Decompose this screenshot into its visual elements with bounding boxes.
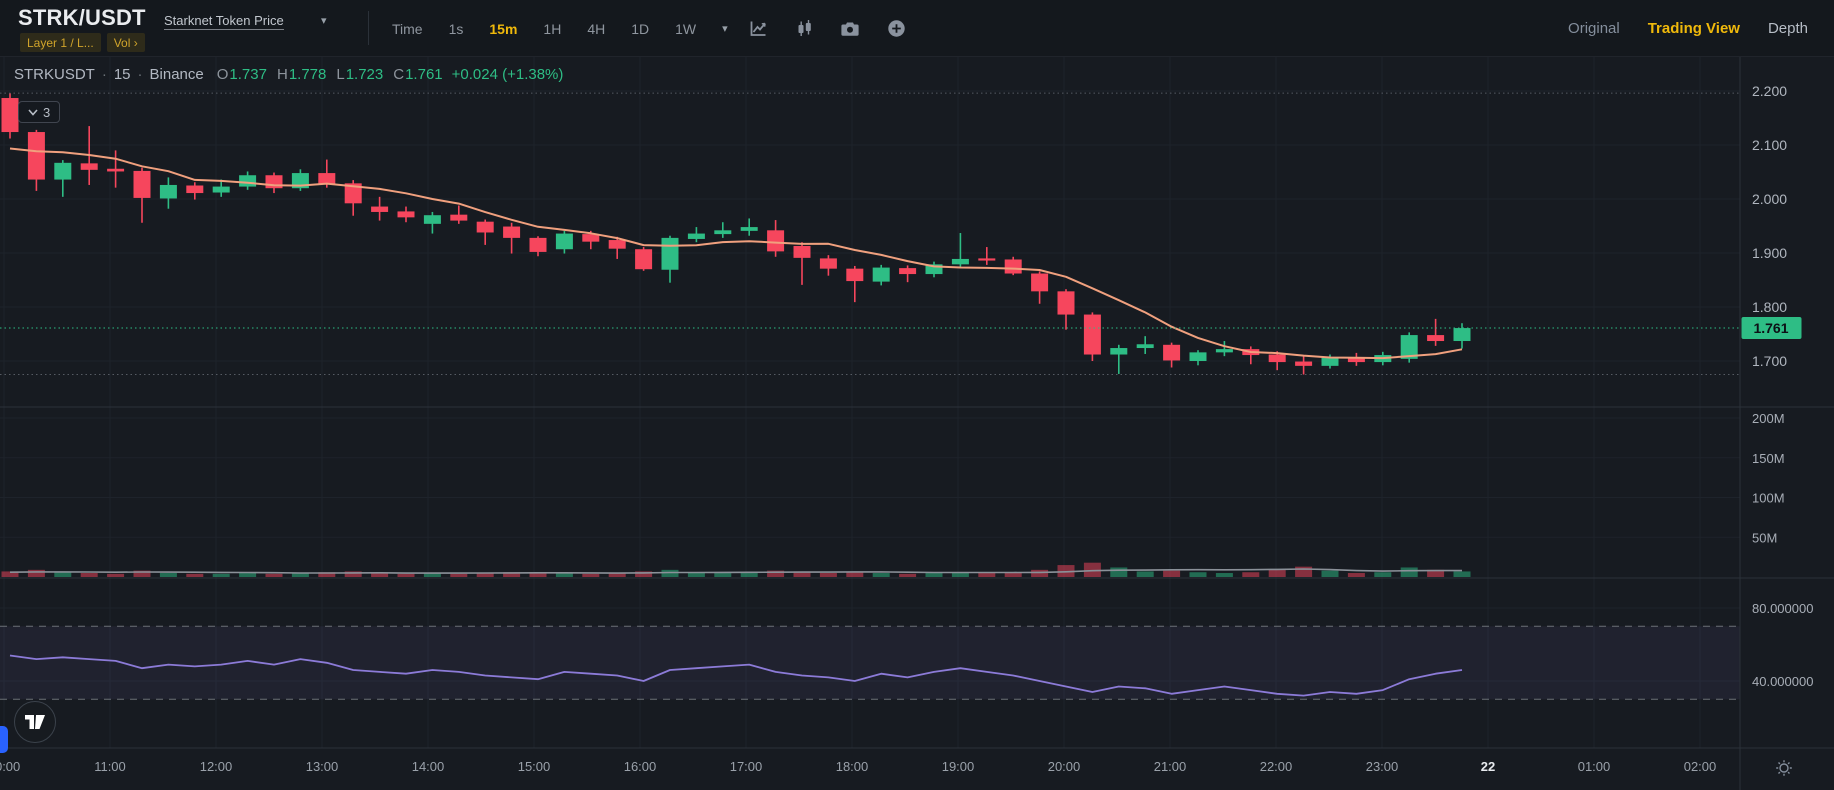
symbol-dropdown-caret-icon[interactable]: ▾ bbox=[321, 14, 327, 27]
svg-text:13:00: 13:00 bbox=[306, 759, 339, 774]
svg-text:40.000000: 40.000000 bbox=[1752, 674, 1813, 689]
interval-1s[interactable]: 1s bbox=[449, 21, 464, 37]
svg-text:1.900: 1.900 bbox=[1752, 245, 1787, 261]
svg-text:01:00: 01:00 bbox=[1578, 759, 1611, 774]
floating-widget-handle[interactable] bbox=[0, 726, 8, 753]
symbol-tag-row: Layer 1 / L... Vol › bbox=[20, 33, 145, 52]
svg-text:50M: 50M bbox=[1752, 530, 1777, 545]
svg-text:11:00: 11:00 bbox=[94, 759, 126, 774]
svg-text:2.000: 2.000 bbox=[1752, 191, 1787, 207]
svg-text:10:00: 10:00 bbox=[0, 759, 20, 774]
svg-text:1.761: 1.761 bbox=[1753, 320, 1788, 336]
indicator-count: 3 bbox=[43, 105, 50, 120]
svg-text:2.100: 2.100 bbox=[1752, 137, 1787, 153]
toolbar-divider bbox=[368, 11, 369, 45]
svg-text:02:00: 02:00 bbox=[1684, 759, 1717, 774]
candlestick-series bbox=[2, 93, 1471, 374]
candlestick-style-icon[interactable] bbox=[794, 19, 814, 39]
view-tab-original[interactable]: Original bbox=[1568, 20, 1620, 37]
svg-text:1.700: 1.700 bbox=[1752, 353, 1787, 369]
svg-text:80.000000: 80.000000 bbox=[1752, 601, 1813, 616]
interval-1w[interactable]: 1W bbox=[675, 21, 696, 37]
time-axis[interactable]: 10:00 11:00 12:00 13:00 14:00 15:00 16:00 17:00… bbox=[0, 759, 1716, 774]
interval-dropdown-caret-icon[interactable]: ▾ bbox=[722, 22, 728, 35]
svg-text:21:00: 21:00 bbox=[1154, 759, 1187, 774]
last-price-tag: 1.761 bbox=[1742, 317, 1802, 339]
interval-time[interactable]: Time bbox=[392, 21, 423, 37]
svg-text:2.200: 2.200 bbox=[1752, 83, 1787, 99]
interval-selector: Time 1s 15m 1H 4H 1D 1W ▾ bbox=[392, 0, 728, 57]
svg-text:14:00: 14:00 bbox=[412, 759, 445, 774]
svg-text:18:00: 18:00 bbox=[836, 759, 869, 774]
svg-text:16:00: 16:00 bbox=[624, 759, 657, 774]
symbol-subtitle-link[interactable]: Starknet Token Price bbox=[164, 13, 284, 30]
svg-text:1.800: 1.800 bbox=[1752, 299, 1787, 315]
sun-icon[interactable] bbox=[1770, 755, 1798, 781]
range-lines bbox=[0, 93, 1740, 374]
symbol-tag-1[interactable]: Vol › bbox=[107, 33, 145, 52]
svg-text:22: 22 bbox=[1481, 759, 1495, 774]
interval-1d[interactable]: 1D bbox=[631, 21, 649, 37]
svg-text:17:00: 17:00 bbox=[730, 759, 763, 774]
interval-4h[interactable]: 4H bbox=[587, 21, 605, 37]
chart-tools bbox=[748, 0, 906, 57]
svg-text:200M: 200M bbox=[1752, 411, 1785, 426]
svg-text:12:00: 12:00 bbox=[200, 759, 233, 774]
svg-text:19:00: 19:00 bbox=[942, 759, 975, 774]
price-chart-canvas[interactable]: 2.200 2.100 2.000 1.900 1.800 1.700 200M 150M 10… bbox=[0, 0, 1834, 790]
svg-text:150M: 150M bbox=[1752, 451, 1785, 466]
chevron-down-icon bbox=[28, 109, 38, 116]
top-toolbar: STRK/USDT Starknet Token Price ▾ Layer 1… bbox=[0, 0, 1834, 57]
price-axis[interactable]: 2.200 2.100 2.000 1.900 1.800 1.700 200M 150M 10… bbox=[1752, 83, 1813, 689]
line-chart-icon[interactable] bbox=[748, 19, 768, 39]
trading-page: 2.200 2.100 2.000 1.900 1.800 1.700 200M 150M 10… bbox=[0, 0, 1834, 790]
chart-view-tabs: Original Trading View Depth bbox=[1568, 0, 1808, 57]
svg-text:23:00: 23:00 bbox=[1366, 759, 1399, 774]
add-indicator-icon[interactable] bbox=[886, 19, 906, 39]
svg-text:20:00: 20:00 bbox=[1048, 759, 1081, 774]
symbol-tag-0[interactable]: Layer 1 / L... bbox=[20, 33, 101, 52]
indicators-collapse-badge[interactable]: 3 bbox=[18, 101, 60, 123]
view-tab-depth[interactable]: Depth bbox=[1768, 20, 1808, 37]
svg-text:22:00: 22:00 bbox=[1260, 759, 1293, 774]
tradingview-logo-icon bbox=[24, 714, 46, 730]
interval-15m[interactable]: 15m bbox=[489, 21, 517, 37]
camera-icon[interactable] bbox=[840, 19, 860, 39]
view-tab-trading-view[interactable]: Trading View bbox=[1648, 20, 1740, 37]
interval-1h[interactable]: 1H bbox=[543, 21, 561, 37]
symbol-title: STRK/USDT bbox=[18, 5, 146, 31]
tradingview-logo[interactable] bbox=[14, 701, 56, 743]
svg-text:15:00: 15:00 bbox=[518, 759, 551, 774]
svg-text:100M: 100M bbox=[1752, 491, 1785, 506]
